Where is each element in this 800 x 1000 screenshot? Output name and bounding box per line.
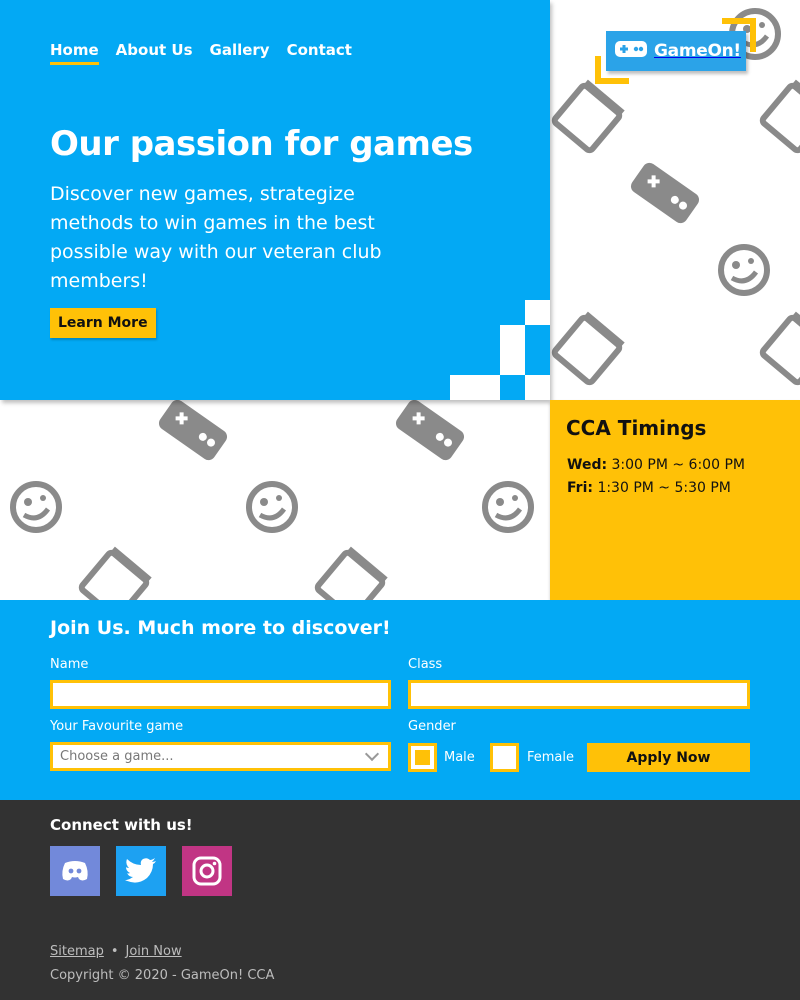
timing-time: 1:30 PM ~ 5:30 PM <box>597 480 731 496</box>
instagram-icon[interactable] <box>182 846 232 896</box>
nav-home[interactable]: Home <box>50 41 99 65</box>
footer-links: Sitemap • Join Now <box>50 944 182 959</box>
hero-section: Home About Us Gallery Contact Our passio… <box>0 0 550 400</box>
chevron-down-icon <box>364 746 380 762</box>
join-form-section: Join Us. Much more to discover! Name Cla… <box>0 600 800 800</box>
twitter-icon[interactable] <box>116 846 166 896</box>
hero-title: Our passion for games <box>50 124 473 164</box>
timings-title: CCA Timings <box>566 416 707 440</box>
gender-female-label: Female <box>527 750 575 765</box>
apply-now-button[interactable]: Apply Now <box>587 743 750 772</box>
discord-icon[interactable] <box>50 846 100 896</box>
main-nav: Home About Us Gallery Contact <box>50 41 352 65</box>
join-now-link[interactable]: Join Now <box>126 944 182 959</box>
class-label: Class <box>408 657 443 672</box>
timing-row: Wed: 3:00 PM ~ 6:00 PM <box>567 457 745 473</box>
learn-more-button[interactable]: Learn More <box>50 308 156 338</box>
nav-gallery[interactable]: Gallery <box>210 41 270 65</box>
gender-male-radio[interactable] <box>408 743 437 772</box>
timing-time: 3:00 PM ~ 6:00 PM <box>611 457 745 473</box>
name-label: Name <box>50 657 89 672</box>
name-field[interactable] <box>50 680 391 709</box>
nav-about-us[interactable]: About Us <box>116 41 193 65</box>
timing-row: Fri: 1:30 PM ~ 5:30 PM <box>567 480 731 496</box>
gender-female-radio[interactable] <box>490 743 519 772</box>
timing-day: Fri: <box>567 480 593 496</box>
gameon-logo[interactable]: GameOn! <box>606 31 746 71</box>
link-separator: • <box>110 944 119 959</box>
connect-heading: Connect with us! <box>50 816 193 834</box>
game-select[interactable]: Choose a game... <box>50 742 391 771</box>
sitemap-link[interactable]: Sitemap <box>50 944 104 959</box>
game-label: Your Favourite game <box>50 719 184 734</box>
gender-label: Gender <box>408 719 456 734</box>
cca-timings-card: CCA Timings Wed: 3:00 PM ~ 6:00 PM Fri: … <box>550 400 800 600</box>
gamepad-icon <box>614 39 648 63</box>
game-select-placeholder: Choose a game... <box>60 749 174 764</box>
timing-day: Wed: <box>567 457 608 473</box>
copyright-text: Copyright © 2020 - GameOn! CCA <box>50 968 275 983</box>
hero-description: Discover new games, strategize methods t… <box>50 183 382 292</box>
logo-text: GameOn! <box>654 41 741 61</box>
class-field[interactable] <box>408 680 750 709</box>
join-title: Join Us. Much more to discover! <box>50 617 391 639</box>
nav-contact[interactable]: Contact <box>287 41 352 65</box>
gender-male-label: Male <box>444 750 475 765</box>
site-footer: Connect with us! Sitemap • Join Now Copy… <box>0 800 800 1000</box>
